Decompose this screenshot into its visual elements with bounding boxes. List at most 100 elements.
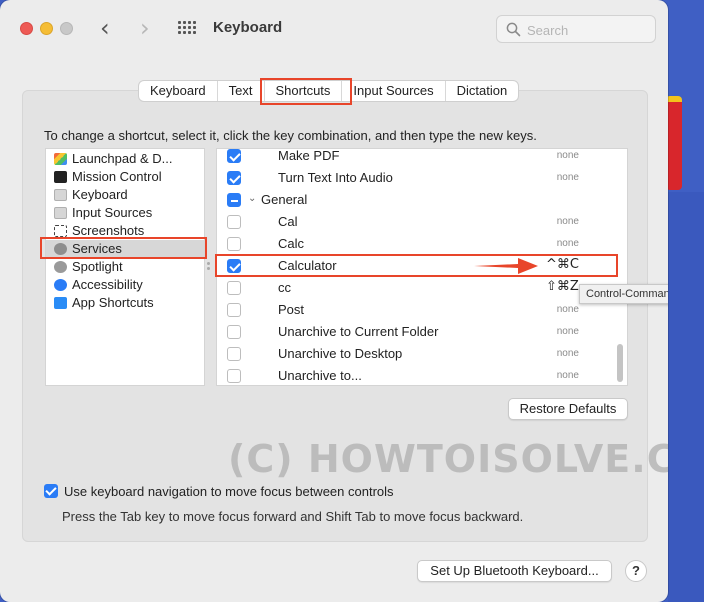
category-label: Services bbox=[72, 241, 122, 256]
shortcut-row[interactable]: Calc none bbox=[217, 234, 627, 256]
shortcut-label: Post bbox=[278, 302, 305, 317]
accessibility-icon bbox=[54, 279, 67, 291]
spotlight-icon bbox=[54, 261, 67, 273]
shortcut-label: Make PDF bbox=[278, 148, 340, 163]
shortcut-checkbox[interactable] bbox=[227, 259, 241, 273]
disclosure-chevron-icon[interactable]: ⌄ bbox=[248, 193, 256, 204]
close-button[interactable] bbox=[20, 22, 33, 35]
shortcut-list: Make PDF none Turn Text Into Audio none … bbox=[216, 148, 628, 386]
category-list: Launchpad & D... Mission Control Keyboar… bbox=[45, 148, 205, 386]
titlebar: ‹ › Keyboard bbox=[0, 0, 668, 58]
shortcut-checkbox[interactable] bbox=[227, 325, 241, 339]
shortcut-label: Unarchive to Desktop bbox=[278, 346, 403, 361]
category-label: Accessibility bbox=[72, 277, 143, 292]
shortcut-checkbox[interactable] bbox=[227, 215, 241, 229]
shortcut-label: Calc bbox=[278, 236, 305, 251]
split-view-handle[interactable] bbox=[207, 262, 211, 272]
shortcut-row[interactable]: Make PDF none bbox=[217, 148, 627, 168]
shortcut-checkbox[interactable] bbox=[227, 303, 241, 317]
shortcut-label: Turn Text Into Audio bbox=[278, 170, 393, 185]
category-item-app-shortcuts[interactable]: App Shortcuts bbox=[46, 294, 204, 312]
back-arrow-icon[interactable]: ‹ bbox=[100, 16, 110, 40]
shortcut-key[interactable]: ⇧⌘Z bbox=[546, 279, 579, 294]
category-label: App Shortcuts bbox=[72, 295, 154, 310]
category-item-accessibility[interactable]: Accessibility bbox=[46, 276, 204, 294]
category-item-screenshots[interactable]: Screenshots bbox=[46, 222, 204, 240]
input-sources-icon bbox=[54, 207, 67, 219]
shortcut-tooltip: Control-Command-C bbox=[579, 284, 668, 304]
shortcut-key[interactable]: none bbox=[557, 150, 579, 161]
shortcut-row-calculator[interactable]: Calculator ^⌘C bbox=[217, 256, 627, 278]
shortcut-row[interactable]: Cal none bbox=[217, 212, 627, 234]
shortcut-row[interactable]: Post none bbox=[217, 300, 627, 322]
shortcut-checkbox[interactable] bbox=[227, 171, 241, 185]
show-all-grid-icon[interactable] bbox=[178, 21, 196, 37]
category-item-launchpad[interactable]: Launchpad & D... bbox=[46, 150, 204, 168]
setup-bluetooth-keyboard-button[interactable]: Set Up Bluetooth Keyboard... bbox=[417, 560, 612, 582]
shortcut-key[interactable]: none bbox=[557, 348, 579, 359]
shortcut-checkbox[interactable] bbox=[227, 369, 241, 383]
search-input[interactable] bbox=[527, 21, 647, 39]
category-item-keyboard[interactable]: Keyboard bbox=[46, 186, 204, 204]
shortcut-group-row[interactable]: ⌄ General bbox=[217, 190, 627, 212]
shortcut-row[interactable]: Unarchive to... none bbox=[217, 366, 627, 385]
shortcut-checkbox[interactable] bbox=[227, 237, 241, 251]
category-label: Input Sources bbox=[72, 205, 153, 220]
shortcut-row[interactable]: Unarchive to Current Folder none bbox=[217, 322, 627, 344]
tab-keyboard[interactable]: Keyboard bbox=[139, 81, 218, 101]
shortcut-row[interactable]: Turn Text Into Audio none bbox=[217, 168, 627, 190]
category-item-input-sources[interactable]: Input Sources bbox=[46, 204, 204, 222]
category-label: Keyboard bbox=[72, 187, 128, 202]
shortcut-key[interactable]: none bbox=[557, 216, 579, 227]
shortcut-label: Calculator bbox=[278, 258, 337, 273]
mission-control-icon bbox=[54, 171, 67, 183]
shortcut-key[interactable]: none bbox=[557, 304, 579, 315]
search-icon bbox=[506, 22, 521, 37]
tab-text[interactable]: Text bbox=[218, 81, 265, 101]
shortcut-label: Unarchive to Current Folder bbox=[278, 324, 439, 339]
category-label: Screenshots bbox=[72, 223, 145, 238]
gear-icon bbox=[54, 243, 67, 255]
app-store-icon bbox=[54, 297, 67, 309]
shortcut-label: Unarchive to... bbox=[278, 368, 362, 383]
shortcut-checkbox[interactable] bbox=[227, 149, 241, 163]
category-label: Mission Control bbox=[72, 169, 162, 184]
group-label: General bbox=[261, 192, 308, 207]
system-preferences-window: ‹ › Keyboard Keyboard Text Shortcuts Inp… bbox=[0, 0, 668, 602]
zoom-button[interactable] bbox=[60, 22, 73, 35]
shortcut-key-cc[interactable]: ⇧⌘Z bbox=[540, 277, 580, 299]
shortcut-key[interactable]: none bbox=[557, 370, 579, 381]
scrollbar[interactable] bbox=[617, 344, 623, 382]
shortcut-key[interactable]: none bbox=[557, 172, 579, 183]
minimize-button[interactable] bbox=[40, 22, 53, 35]
shortcut-key[interactable]: ^⌘C bbox=[546, 257, 579, 272]
tab-input-sources[interactable]: Input Sources bbox=[342, 81, 446, 101]
category-item-mission-control[interactable]: Mission Control bbox=[46, 168, 204, 186]
category-label: Spotlight bbox=[72, 259, 123, 274]
help-button[interactable]: ? bbox=[625, 560, 647, 582]
forward-arrow-icon[interactable]: › bbox=[140, 16, 150, 40]
launchpad-icon bbox=[54, 153, 67, 165]
shortcut-checkbox[interactable] bbox=[227, 281, 241, 295]
shortcut-key[interactable]: none bbox=[557, 238, 579, 249]
category-label: Launchpad & D... bbox=[72, 151, 173, 166]
category-item-spotlight[interactable]: Spotlight bbox=[46, 258, 204, 276]
instructions-text: To change a shortcut, select it, click t… bbox=[44, 128, 537, 143]
group-checkbox[interactable] bbox=[227, 193, 241, 207]
keyboard-navigation-help-text: Press the Tab key to move focus forward … bbox=[62, 509, 524, 524]
shortcut-row[interactable]: Unarchive to Desktop none bbox=[217, 344, 627, 366]
search-field[interactable] bbox=[496, 15, 656, 43]
tab-bar: Keyboard Text Shortcuts Input Sources Di… bbox=[138, 80, 520, 102]
tab-dictation[interactable]: Dictation bbox=[446, 81, 519, 101]
keyboard-navigation-checkbox[interactable] bbox=[44, 484, 58, 498]
keyboard-navigation-label[interactable]: Use keyboard navigation to move focus be… bbox=[64, 484, 394, 499]
restore-defaults-button[interactable]: Restore Defaults bbox=[508, 398, 628, 420]
shortcut-key[interactable]: none bbox=[557, 326, 579, 337]
keyboard-icon bbox=[54, 189, 67, 201]
shortcut-label: Cal bbox=[278, 214, 298, 229]
window-title: Keyboard bbox=[213, 19, 283, 36]
desktop-background bbox=[666, 96, 682, 190]
shortcut-checkbox[interactable] bbox=[227, 347, 241, 361]
tab-shortcuts[interactable]: Shortcuts bbox=[264, 81, 343, 101]
category-item-services[interactable]: Services bbox=[46, 240, 204, 258]
